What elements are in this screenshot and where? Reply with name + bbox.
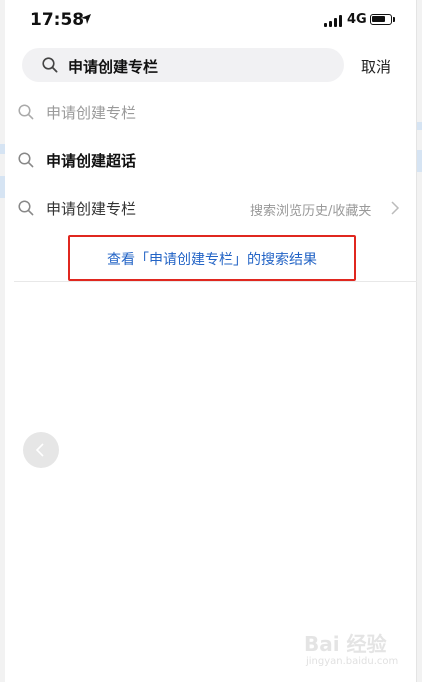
search-input[interactable]: 申请创建专栏 xyxy=(22,48,344,82)
status-time: 17:58 xyxy=(30,10,85,30)
signal-bars-icon xyxy=(324,15,342,27)
view-search-results-link[interactable]: 查看「申请创建专栏」的搜索结果 xyxy=(70,249,354,269)
watermark-brand: Bai 经验 xyxy=(304,632,387,656)
cancel-button[interactable]: 取消 xyxy=(361,56,391,77)
suggestion-label: 申请创建超话 xyxy=(46,152,137,170)
network-type: 4G xyxy=(347,12,367,27)
back-button[interactable] xyxy=(23,432,59,468)
divider xyxy=(14,281,417,282)
search-icon xyxy=(18,200,34,216)
suggestion-label: 申请创建专栏 xyxy=(46,200,137,218)
battery-tip xyxy=(393,17,395,22)
watermark-url: jingyan.baidu.com xyxy=(306,656,399,667)
chevron-right-icon xyxy=(391,201,400,215)
suggestion-item[interactable]: 申请创建超话 xyxy=(0,140,416,180)
search-icon xyxy=(18,104,34,120)
location-arrow-icon xyxy=(81,14,91,24)
highlight-box: 查看「申请创建专栏」的搜索结果 xyxy=(68,235,356,281)
suggestion-label: 申请创建专栏 xyxy=(46,104,137,122)
status-bar: 17:58 4G xyxy=(0,0,422,42)
sheet-edge xyxy=(416,0,417,682)
watermark: Bai 经验 jingyan.baidu.com xyxy=(296,626,416,676)
search-icon xyxy=(42,57,58,73)
battery-icon xyxy=(370,14,392,25)
suggestion-item[interactable]: 申请创建专栏 xyxy=(0,92,416,132)
chevron-left-icon xyxy=(35,443,44,457)
history-favorites-link[interactable]: 搜索浏览历史/收藏夹 xyxy=(250,200,371,219)
screen: 17:58 4G 申请创建专栏 取消 申请创建专栏 申请创建超话 申请创建专栏 … xyxy=(0,0,422,682)
suggestion-item-history[interactable]: 申请创建专栏 搜索浏览历史/收藏夹 xyxy=(0,188,416,228)
search-query: 申请创建专栏 xyxy=(68,58,159,76)
search-icon xyxy=(18,152,34,168)
background-page-edge-right xyxy=(417,0,422,682)
